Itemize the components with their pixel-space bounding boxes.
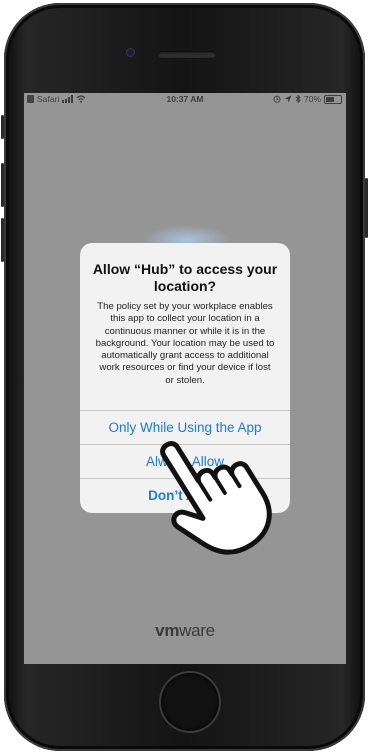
alarm-icon (273, 95, 281, 103)
volume-down-button (1, 218, 4, 262)
bluetooth-icon (295, 95, 301, 103)
status-bar: Safari 10:37 AM 70% (24, 93, 346, 106)
front-camera (126, 48, 135, 57)
vmware-logo: vmware (24, 621, 346, 641)
pointing-hand-icon (160, 441, 272, 555)
volume-up-button (1, 163, 4, 207)
battery-percent: 70% (303, 94, 321, 104)
phone-screen: Safari 10:37 AM 70% Allow “Hub” to acces… (24, 93, 346, 664)
power-button (365, 178, 368, 238)
location-icon (284, 95, 292, 103)
home-button[interactable] (161, 673, 219, 731)
battery-icon (324, 94, 342, 104)
vmware-logo-ware: ware (179, 621, 215, 640)
earpiece-speaker (158, 51, 216, 58)
alert-title: Allow “Hub” to access your location? (92, 261, 278, 294)
vmware-logo-vm: vm (155, 621, 180, 640)
mute-switch (1, 115, 4, 139)
alert-message: The policy set by your workplace enables… (95, 301, 275, 386)
